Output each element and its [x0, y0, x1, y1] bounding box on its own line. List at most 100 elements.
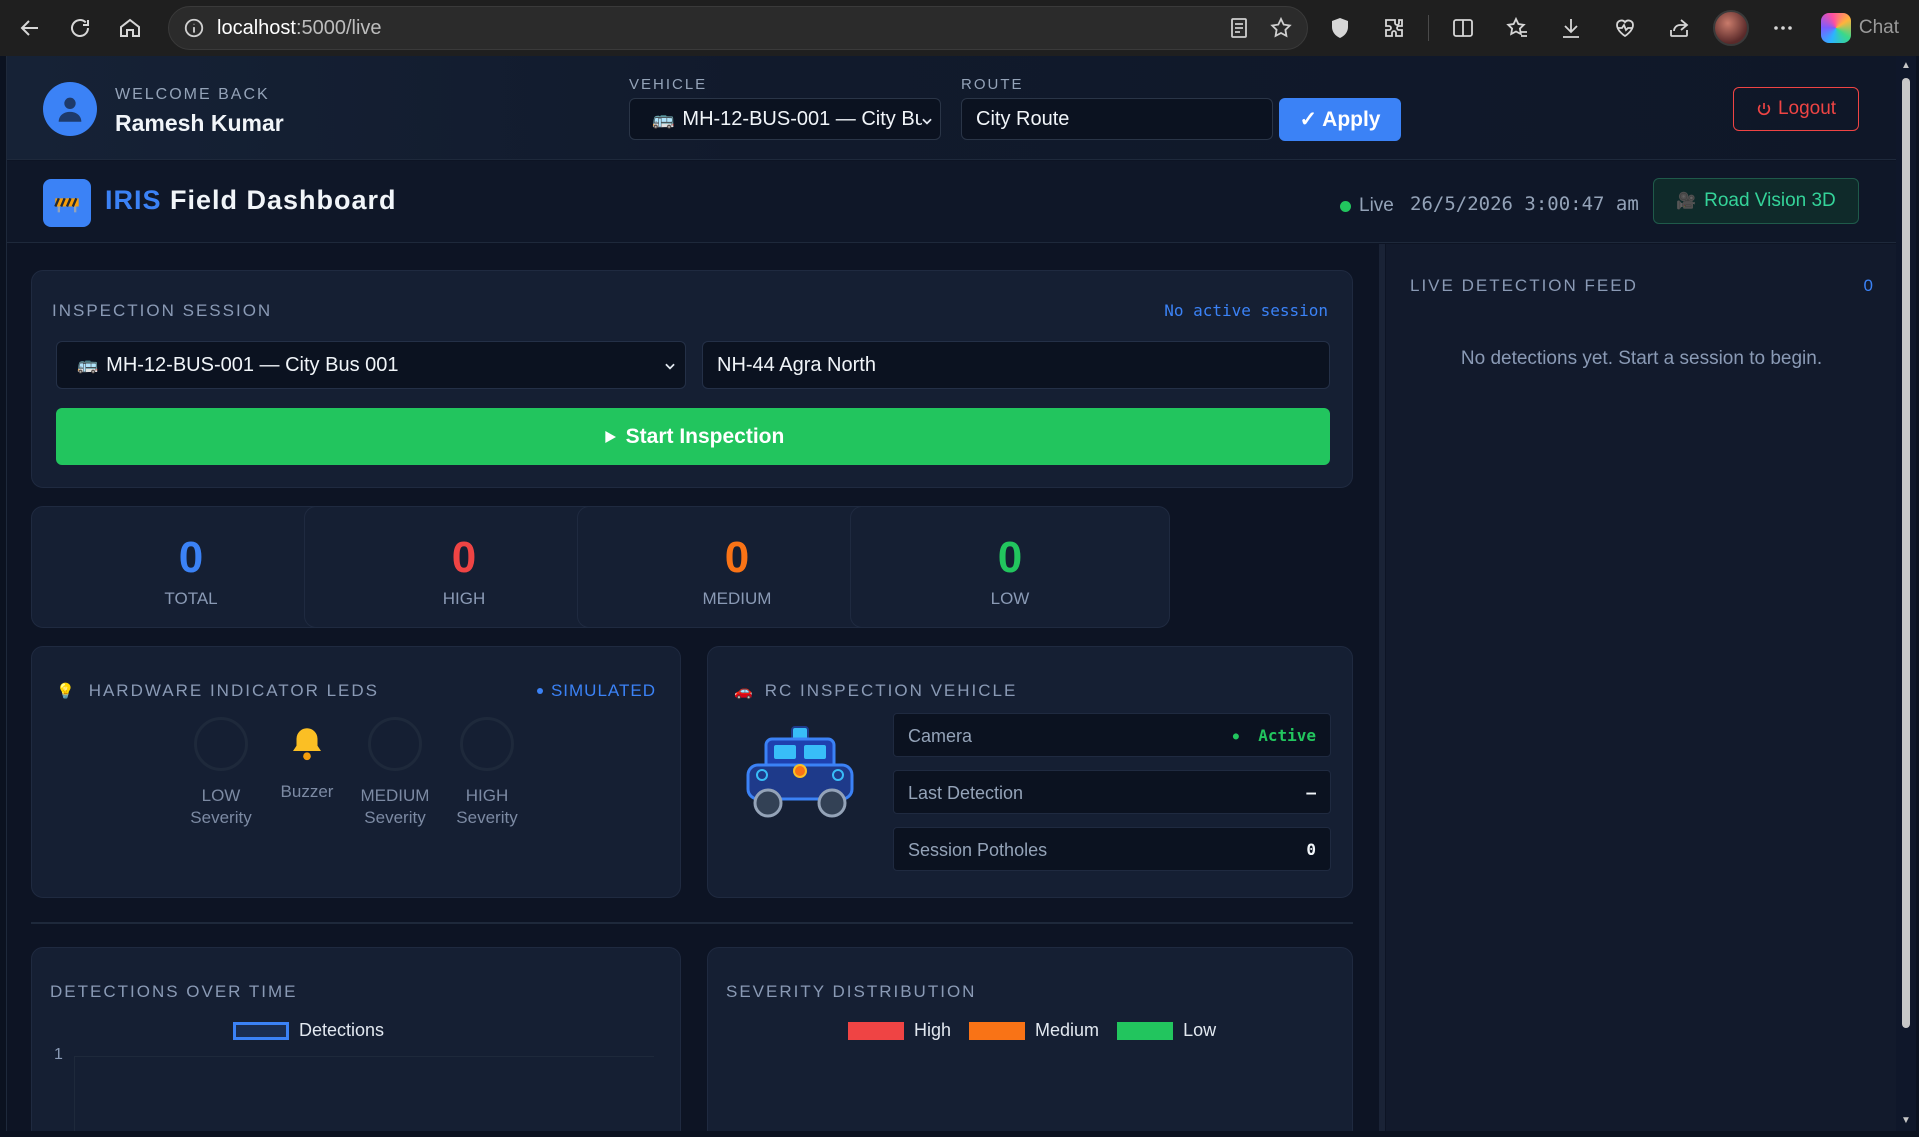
- stat-label: LOW: [990, 589, 1030, 608]
- chevron-down-icon: [922, 118, 932, 125]
- feed-empty-message: No detections yet. Start a session to be…: [1460, 348, 1823, 369]
- apply-button[interactable]: ✓ Apply: [1279, 98, 1401, 141]
- led-high: HIGH Severity: [442, 717, 532, 829]
- chevron-down-icon: [665, 363, 675, 370]
- row-value: —: [1306, 783, 1316, 802]
- scroll-up-icon[interactable]: ▲: [1900, 60, 1912, 72]
- session-route-value: NH-44 Agra North: [717, 353, 876, 376]
- row-value: 0: [1306, 840, 1316, 859]
- feed-count: 0: [1863, 276, 1873, 295]
- apply-label: ✓ Apply: [1299, 108, 1381, 131]
- downloads-icon[interactable]: [1551, 8, 1591, 48]
- share-icon[interactable]: [1659, 8, 1699, 48]
- session-potholes-row: Session Potholes 0: [893, 827, 1331, 871]
- power-icon: [1757, 103, 1771, 116]
- health-icon[interactable]: [1605, 8, 1645, 48]
- legend-label: High: [914, 1020, 952, 1040]
- route-input-value: City Route: [976, 107, 1070, 130]
- shield-icon[interactable]: [1320, 8, 1360, 48]
- chart-title: DETECTIONS OVER TIME: [50, 982, 298, 1001]
- chat-label: Chat: [1858, 17, 1899, 38]
- panel-divider: [1379, 244, 1385, 1131]
- leds-title: 💡 HARDWARE INDICATOR LEDS: [56, 681, 379, 701]
- camera-icon: 🎥: [1676, 193, 1697, 210]
- route-input[interactable]: City Route: [961, 98, 1273, 140]
- logout-button[interactable]: Logout: [1733, 87, 1859, 131]
- favorite-star-icon[interactable]: [1269, 16, 1293, 45]
- led-caption: Severity: [190, 808, 252, 827]
- legend-label: Detections: [299, 1020, 385, 1040]
- led-high-indicator: [460, 717, 514, 771]
- legend-label: Medium: [1035, 1020, 1100, 1040]
- led-caption: Severity: [456, 808, 518, 827]
- top-bar: WELCOME BACK Ramesh Kumar VEHICLE 🚌 MH-1…: [7, 56, 1896, 160]
- legend-swatch: [233, 1021, 289, 1040]
- site-info-icon[interactable]: [183, 17, 205, 39]
- stat-card-medium: 0 MEDIUM: [577, 506, 897, 628]
- reader-mode-icon[interactable]: [1227, 16, 1251, 45]
- row-key: Last Detection: [908, 783, 1024, 803]
- logout-label: Logout: [1777, 98, 1837, 119]
- severity-distribution-chart: SEVERITY DISTRIBUTION High Medium Low: [707, 947, 1353, 1131]
- session-vehicle-value: MH-12-BUS-001 — City Bus 001: [106, 353, 399, 376]
- stat-card-total: 0 TOTAL: [31, 506, 351, 628]
- stat-card-low: 0 LOW: [850, 506, 1170, 628]
- session-vehicle-select[interactable]: 🚌 MH-12-BUS-001 — City Bus 001: [56, 341, 686, 389]
- main-column: INSPECTION SESSION No active session 🚌 M…: [7, 244, 1379, 1131]
- y-tick-label: 1: [54, 1046, 63, 1063]
- play-icon: [604, 430, 616, 443]
- row-key: Session Potholes: [908, 840, 1048, 860]
- home-icon[interactable]: [110, 8, 150, 48]
- led-medium: MEDIUM Severity: [350, 717, 440, 829]
- road-vision-3d-button[interactable]: 🎥 Road Vision 3D: [1653, 178, 1859, 224]
- url-path: :5000/live: [295, 16, 382, 39]
- vehicle-select[interactable]: 🚌 MH-12-BUS-001 — City Bus 001: [629, 98, 941, 140]
- road-vision-label: Road Vision 3D: [1704, 190, 1836, 211]
- brand-rest: Field Dashboard: [161, 185, 397, 215]
- address-bar[interactable]: localhost:5000/live: [168, 6, 1308, 50]
- led-low: LOW Severity: [176, 717, 266, 829]
- last-detection-row: Last Detection —: [893, 770, 1331, 814]
- y-axis-line: [74, 1056, 75, 1131]
- legend-label: Low: [1183, 1020, 1217, 1040]
- extensions-icon[interactable]: [1374, 8, 1414, 48]
- url-host: localhost: [217, 16, 296, 39]
- chart-legend: Detections: [233, 1020, 384, 1041]
- copilot-chat-button[interactable]: Chat: [1813, 8, 1909, 48]
- stat-value: 0: [724, 533, 750, 582]
- page-title: IRIS Field Dashboard: [105, 185, 397, 216]
- detections-over-time-chart: DETECTIONS OVER TIME Detections 1: [31, 947, 681, 1131]
- legend-swatch-medium: [969, 1021, 1026, 1040]
- scrollbar-thumb[interactable]: [1902, 78, 1910, 1028]
- more-options-icon[interactable]: [1763, 8, 1803, 48]
- legend-swatch-low: [1117, 1021, 1174, 1040]
- live-indicator: Live: [1340, 195, 1394, 217]
- vehicle-label: VEHICLE: [629, 76, 708, 93]
- leds-title-text: HARDWARE INDICATOR LEDS: [88, 681, 380, 700]
- toolbar-divider: [1428, 15, 1429, 41]
- session-route-input[interactable]: NH-44 Agra North: [702, 341, 1330, 389]
- page-scrollbar[interactable]: ▲ ▼: [1896, 56, 1916, 1131]
- start-inspection-label: Start Inspection: [625, 424, 785, 448]
- status-dot-icon: [536, 688, 543, 694]
- refresh-icon[interactable]: [60, 8, 100, 48]
- lightbulb-icon: 💡: [56, 683, 77, 700]
- bus-icon: 🚌: [77, 355, 99, 374]
- split-screen-icon[interactable]: [1443, 8, 1483, 48]
- user-name: Ramesh Kumar: [115, 110, 284, 136]
- live-dot-icon: [1340, 200, 1351, 212]
- status-dot-icon: ●: [1232, 731, 1239, 742]
- row-key: Camera: [908, 726, 973, 746]
- back-icon[interactable]: [10, 8, 50, 48]
- scroll-down-icon[interactable]: ▼: [1900, 1115, 1912, 1127]
- profile-avatar[interactable]: [1713, 10, 1749, 46]
- favorites-icon[interactable]: [1497, 8, 1537, 48]
- section-divider: [31, 922, 1353, 924]
- led-caption: LOW: [201, 786, 241, 805]
- camera-status-value: ● Active: [1233, 726, 1316, 745]
- camera-status-row: Camera ● Active: [893, 713, 1331, 757]
- url-text[interactable]: localhost:5000/live: [217, 17, 382, 40]
- start-inspection-button[interactable]: Start Inspection: [56, 408, 1330, 465]
- stat-value: 0: [451, 533, 477, 582]
- route-label: ROUTE: [961, 76, 1024, 93]
